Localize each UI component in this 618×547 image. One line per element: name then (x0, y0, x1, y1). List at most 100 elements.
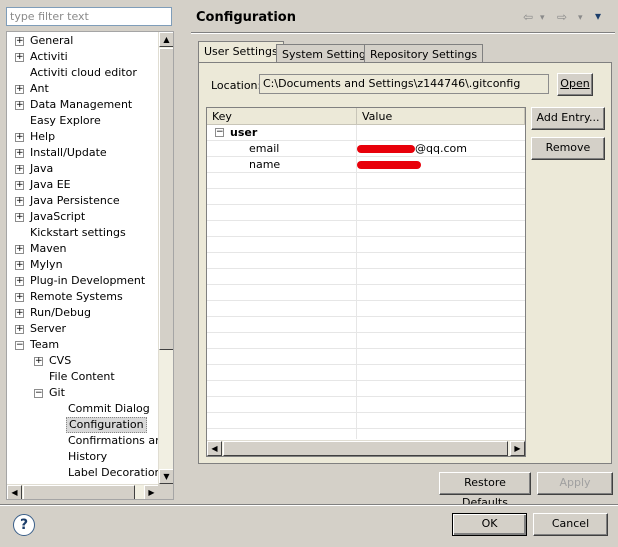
tree-item-label: Help (30, 130, 56, 143)
tree-item-label: CVS (49, 354, 72, 367)
location-field: C:\Documents and Settings\z144746\.gitco… (259, 74, 549, 94)
tree-item-label: File Content (49, 370, 115, 383)
collapse-icon[interactable]: − (215, 128, 224, 137)
scroll-down-arrow-icon[interactable]: ▼ (159, 469, 173, 484)
table-row (207, 381, 525, 397)
tree-item-label: Java Persistence (30, 194, 120, 207)
table-row (207, 285, 525, 301)
tree-item-label: JavaScript (30, 210, 86, 223)
expand-icon[interactable]: + (15, 53, 24, 62)
collapse-icon[interactable]: − (34, 389, 43, 398)
expand-icon[interactable]: + (15, 101, 24, 110)
tree-item-label: Easy Explore (30, 114, 101, 127)
tree-horizontal-scrollbar[interactable]: ◀ ▶ (7, 484, 159, 499)
redaction-mark (357, 161, 421, 169)
apply-button[interactable]: Apply (537, 472, 613, 495)
expand-icon[interactable]: + (15, 133, 24, 142)
title-separator (191, 32, 615, 34)
column-header-value[interactable]: Value (357, 108, 525, 125)
filter-input[interactable] (6, 7, 172, 26)
back-arrow-icon[interactable]: ⇦ (523, 10, 533, 24)
expand-icon[interactable]: + (15, 277, 24, 286)
collapse-icon[interactable]: − (15, 341, 24, 350)
tree-item-label: Team (30, 338, 60, 351)
tree-item-label: Mylyn (30, 258, 63, 271)
preferences-navigation: + General + Activiti Activiti cloud editor + A… (0, 0, 184, 504)
cancel-button[interactable]: Cancel (533, 513, 608, 536)
config-table[interactable]: Key Value − user email @qq.com name ◀ ▶ (206, 107, 526, 457)
tab-user-settings[interactable]: User Settings (198, 41, 284, 63)
table-row (207, 269, 525, 285)
expand-icon[interactable]: + (15, 245, 24, 254)
tab-system-settings[interactable]: System Settings (276, 44, 378, 64)
table-row (207, 189, 525, 205)
tree-item-label: Data Management (30, 98, 133, 111)
expand-icon[interactable]: + (15, 149, 24, 158)
tree-vscroll-thumb[interactable] (159, 48, 173, 350)
table-hscroll-thumb[interactable] (223, 441, 508, 456)
table-horizontal-scrollbar[interactable]: ◀ ▶ (207, 440, 525, 456)
scroll-right-arrow-icon[interactable]: ▶ (144, 485, 159, 499)
table-row (207, 253, 525, 269)
column-header-key[interactable]: Key (207, 108, 357, 125)
tree-item-label: Java EE (30, 178, 71, 191)
expand-icon[interactable]: + (15, 181, 24, 190)
expand-icon[interactable]: + (15, 325, 24, 334)
tree-item-label: Git (49, 386, 65, 399)
restore-defaults-button[interactable]: Restore Defaults (439, 472, 531, 509)
expand-icon[interactable]: + (15, 261, 24, 270)
table-row[interactable]: name (207, 157, 525, 173)
table-row (207, 365, 525, 381)
scroll-corner (158, 484, 173, 499)
tree-item-label: Maven (30, 242, 67, 255)
tree-item-label: Commit Dialog (68, 402, 150, 415)
back-dropdown-icon[interactable]: ▾ (540, 13, 545, 23)
view-menu-icon[interactable]: ▾ (595, 9, 601, 23)
open-button[interactable]: Open (557, 73, 593, 96)
expand-icon[interactable]: + (15, 213, 24, 222)
table-row (207, 205, 525, 221)
forward-dropdown-icon[interactable]: ▾ (578, 13, 583, 23)
tab-repository-settings[interactable]: Repository Settings (364, 44, 484, 64)
tree-item-label: Configuration (66, 417, 147, 433)
help-icon[interactable]: ? (13, 514, 35, 536)
table-row (207, 397, 525, 413)
value-cell (357, 157, 421, 173)
scroll-up-arrow-icon[interactable]: ▲ (159, 32, 173, 47)
expand-icon[interactable]: + (15, 309, 24, 318)
location-label: Location: (211, 79, 262, 92)
tree-item-label: Server (30, 322, 67, 335)
scroll-right-arrow-icon[interactable]: ▶ (510, 441, 525, 456)
table-row[interactable]: − user (207, 125, 525, 141)
section-label: user (230, 126, 258, 139)
scroll-left-arrow-icon[interactable]: ◀ (207, 441, 222, 456)
tree-vertical-scrollbar[interactable]: ▲ ▼ (158, 32, 173, 484)
tree-item-label: Remote Systems (30, 290, 123, 303)
key-cell: name (249, 158, 281, 171)
tree-item-label: Java (30, 162, 54, 175)
expand-icon[interactable]: + (15, 197, 24, 206)
remove-button[interactable]: Remove (531, 137, 605, 160)
preference-tree: + General + Activiti Activiti cloud editor + A… (6, 31, 174, 500)
expand-icon[interactable]: + (15, 165, 24, 174)
tree-item-label: Plug-in Development (30, 274, 146, 287)
expand-icon[interactable]: + (15, 85, 24, 94)
table-row[interactable]: email @qq.com (207, 141, 525, 157)
scroll-left-arrow-icon[interactable]: ◀ (7, 485, 22, 499)
ok-button[interactable]: OK (452, 513, 527, 536)
bottom-separator (0, 504, 618, 506)
expand-icon[interactable]: + (15, 293, 24, 302)
value-text: @qq.com (415, 142, 467, 155)
table-row (207, 221, 525, 237)
tree-item-label: Confirmations and (68, 434, 159, 447)
forward-arrow-icon[interactable]: ⇨ (557, 10, 567, 24)
preference-page: Configuration ⇦ ▾ ⇨ ▾ ▾ User Settings Sy… (185, 0, 618, 509)
tree-item-label: Activiti (30, 50, 68, 63)
tree-hscroll-thumb[interactable] (23, 485, 135, 499)
tree-item-label: History (68, 450, 108, 463)
add-entry-button[interactable]: Add Entry... (531, 107, 605, 130)
expand-icon[interactable]: + (15, 37, 24, 46)
table-row (207, 301, 525, 317)
expand-icon[interactable]: + (34, 357, 43, 366)
table-row (207, 317, 525, 333)
